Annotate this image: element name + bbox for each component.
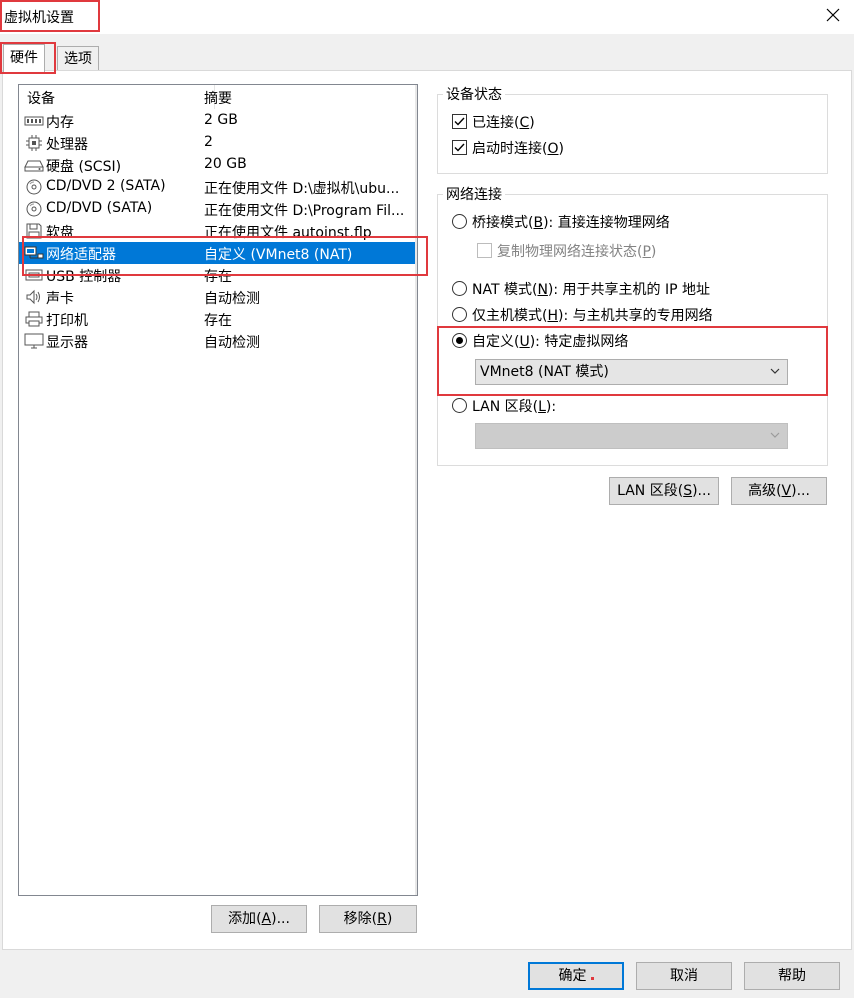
custom-network-select[interactable]: VMnet8 (NAT 模式): [475, 359, 788, 385]
custom-radio[interactable]: [452, 333, 467, 348]
tab-options[interactable]: 选项: [57, 46, 99, 70]
device-summary: 正在使用文件 D:\Program Fil...: [204, 203, 405, 219]
connect-at-power-on-label[interactable]: 启动时连接(O): [472, 138, 564, 158]
hard-disk-icon: [24, 157, 44, 173]
title-bar: 虚拟机设置: [0, 0, 854, 34]
device-summary: 自动检测: [204, 291, 260, 307]
host-only-label[interactable]: 仅主机模式(H): 与主机共享的专用网络: [472, 305, 713, 325]
device-name: 内存: [46, 115, 74, 131]
list-scrollbar[interactable]: [415, 85, 417, 895]
device-row-cd-dvd[interactable]: CD/DVD (SATA) 正在使用文件 D:\Program Fil...: [19, 198, 417, 220]
nat-radio[interactable]: [452, 281, 467, 296]
device-name: CD/DVD 2 (SATA): [46, 178, 166, 194]
tab-hardware[interactable]: 硬件: [3, 44, 45, 72]
floppy-icon: [24, 223, 44, 239]
bridged-label[interactable]: 桥接模式(B): 直接连接物理网络: [472, 212, 670, 232]
lan-segments-button[interactable]: LAN 区段(S)...: [609, 477, 719, 505]
device-name: 显示器: [46, 335, 88, 351]
connected-checkbox[interactable]: [452, 114, 467, 129]
device-summary: 2: [204, 134, 213, 150]
column-header-summary[interactable]: 摘要: [204, 88, 232, 108]
device-summary: 2 GB: [204, 112, 238, 128]
title-annotation-box: [0, 0, 100, 32]
device-summary: 正在使用文件 autoinst.flp: [204, 225, 372, 241]
device-status-group: [437, 94, 828, 174]
device-summary: 存在: [204, 313, 232, 329]
device-name: 处理器: [46, 137, 88, 153]
custom-label[interactable]: 自定义(U): 特定虚拟网络: [472, 331, 628, 351]
close-button[interactable]: [822, 4, 844, 26]
chevron-down-icon: [769, 429, 781, 441]
bridged-radio[interactable]: [452, 214, 467, 229]
memory-icon: [24, 113, 44, 129]
lan-segment-radio[interactable]: [452, 398, 467, 413]
device-name: USB 控制器: [46, 269, 122, 285]
device-name: CD/DVD (SATA): [46, 200, 153, 216]
checkmark-icon: [454, 143, 465, 152]
device-summary: 20 GB: [204, 156, 247, 172]
replicate-state-label[interactable]: 复制物理网络连接状态(P): [497, 241, 656, 261]
device-row-floppy[interactable]: 软盘 正在使用文件 autoinst.flp: [19, 220, 417, 242]
custom-network-value: VMnet8 (NAT 模式): [480, 364, 609, 380]
device-row-printer[interactable]: 打印机 存在: [19, 308, 417, 330]
nat-label[interactable]: NAT 模式(N): 用于共享主机的 IP 地址: [472, 279, 710, 299]
lan-segment-label[interactable]: LAN 区段(L):: [472, 396, 556, 416]
device-name: 网络适配器: [46, 247, 116, 263]
device-row-sound-card[interactable]: 声卡 自动检测: [19, 286, 417, 308]
ok-button[interactable]: 确定: [528, 962, 624, 990]
device-name: 声卡: [46, 291, 74, 307]
vm-settings-dialog: 虚拟机设置 硬件 选项 设备 摘要 内存 2 GB 处理器 2 硬盘 (SCSI…: [0, 0, 854, 998]
device-status-title: 设备状态: [443, 84, 505, 104]
network-adapter-icon: [24, 245, 44, 261]
device-name: 硬盘 (SCSI): [46, 159, 122, 175]
device-row-hard-disk[interactable]: 硬盘 (SCSI) 20 GB: [19, 154, 417, 176]
advanced-button[interactable]: 高级(V)...: [731, 477, 827, 505]
device-summary: 存在: [204, 269, 232, 285]
help-button[interactable]: 帮助: [744, 962, 840, 990]
device-row-processor[interactable]: 处理器 2: [19, 132, 417, 154]
device-list[interactable]: 设备 摘要 内存 2 GB 处理器 2 硬盘 (SCSI) 20 GB CD/D…: [18, 84, 418, 896]
cd-dvd-icon: [24, 179, 44, 195]
list-header: 设备 摘要: [19, 85, 417, 109]
device-summary: 自定义 (VMnet8 (NAT): [204, 247, 353, 263]
cursor-marker: [590, 977, 594, 980]
lan-segment-select[interactable]: [475, 423, 788, 449]
column-header-device[interactable]: 设备: [27, 88, 55, 108]
close-icon: [826, 8, 840, 22]
device-row-usb-controller[interactable]: USB 控制器 存在: [19, 264, 417, 286]
printer-icon: [24, 311, 44, 327]
replicate-state-checkbox[interactable]: [477, 243, 492, 258]
cd-dvd-icon: [24, 201, 44, 217]
device-row-cd-dvd-2[interactable]: CD/DVD 2 (SATA) 正在使用文件 D:\虚拟机\ubu...: [19, 176, 417, 198]
device-row-network-adapter[interactable]: 网络适配器 自定义 (VMnet8 (NAT): [19, 242, 417, 264]
device-rows: 内存 2 GB 处理器 2 硬盘 (SCSI) 20 GB CD/DVD 2 (…: [19, 110, 417, 352]
device-summary: 自动检测: [204, 335, 260, 351]
host-only-radio[interactable]: [452, 307, 467, 322]
display-icon: [24, 333, 44, 349]
usb-icon: [24, 267, 44, 283]
chevron-down-icon: [769, 365, 781, 377]
cancel-button[interactable]: 取消: [636, 962, 732, 990]
device-name: 软盘: [46, 225, 74, 241]
connect-at-power-on-checkbox[interactable]: [452, 140, 467, 155]
device-row-display[interactable]: 显示器 自动检测: [19, 330, 417, 352]
checkmark-icon: [454, 117, 465, 126]
device-summary: 正在使用文件 D:\虚拟机\ubu...: [204, 181, 400, 197]
device-row-memory[interactable]: 内存 2 GB: [19, 110, 417, 132]
sound-icon: [24, 289, 44, 305]
add-device-button[interactable]: 添加(A)...: [211, 905, 307, 933]
cpu-icon: [24, 135, 44, 151]
network-connection-title: 网络连接: [443, 184, 505, 204]
remove-device-button[interactable]: 移除(R): [319, 905, 417, 933]
connected-label[interactable]: 已连接(C): [472, 112, 535, 132]
device-name: 打印机: [46, 313, 88, 329]
